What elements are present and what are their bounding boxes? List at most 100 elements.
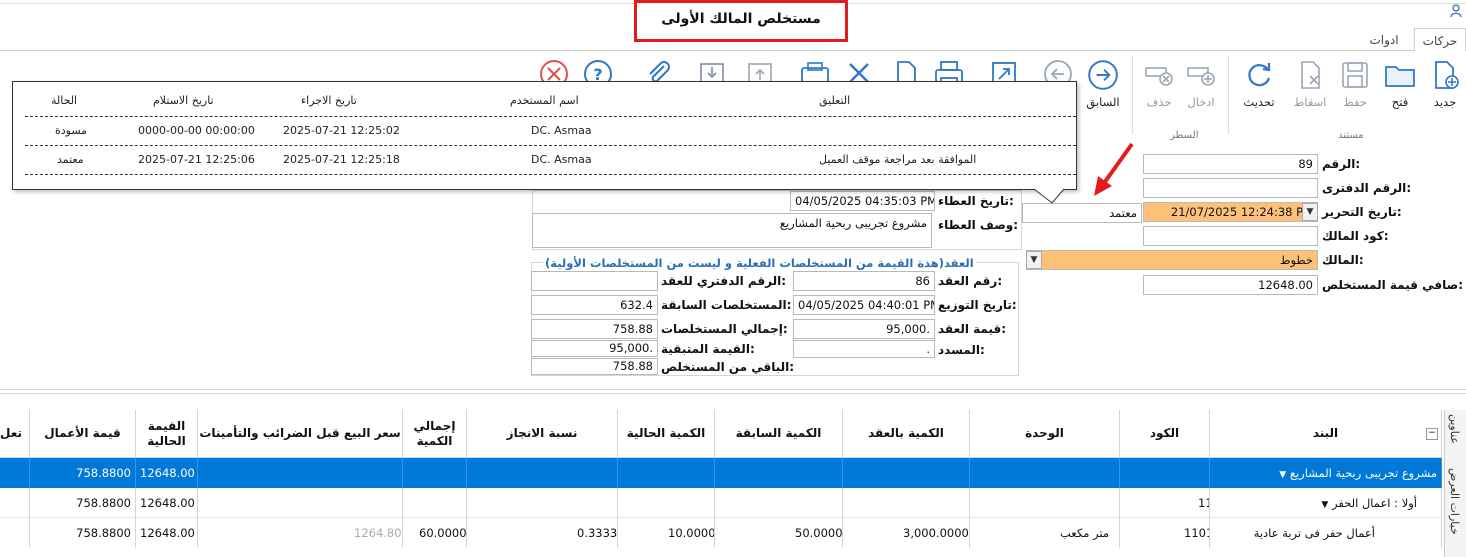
edit-date-field[interactable]: 21/07/2025 12:24:38 PM [1143, 202, 1318, 222]
tender-date-field[interactable]: 04/05/2025 04:35:03 PM [790, 191, 935, 211]
tender-desc-field[interactable]: مشروع تجريبى ربحية المشاريع [532, 213, 932, 248]
contract-no-label: رقم العقد: [938, 274, 1003, 288]
date-picker-icon[interactable]: ▼ [1302, 203, 1318, 221]
col-notes-header[interactable]: تعل [0, 410, 30, 458]
discard-button[interactable]: اسقاط [1289, 58, 1331, 109]
save-button[interactable]: حفظ [1334, 58, 1376, 109]
distribution-date-field[interactable]: 04/05/2025 04:40:01 PM [793, 295, 935, 315]
cell-code: 11 [1120, 488, 1210, 518]
tender-date-label: تاريخ العطاء: [938, 194, 1014, 208]
contract-title: العقد(هذة القيمة من المستخلصات الفعلية و… [543, 256, 976, 270]
contract-ledger-field[interactable] [531, 271, 658, 291]
popup-row2-receive-date: 2025-07-21 12:25:06 [138, 153, 255, 166]
col-contract-qty-header[interactable]: الكمية بالعقد [843, 410, 970, 458]
discard-label: اسقاط [1293, 95, 1327, 109]
new-button[interactable]: جديد [1424, 58, 1466, 109]
col-current-qty-header[interactable]: الكمية الحالية [618, 410, 715, 458]
tab-moves[interactable]: حركات [1414, 28, 1466, 51]
ledger-number-field[interactable] [1143, 178, 1318, 198]
cell-contract-qty [843, 488, 970, 518]
splitter-line [0, 393, 1466, 394]
cell-item-text: مشروع تجريبى ربحية المشاريع [1289, 466, 1437, 480]
col-code-header[interactable]: الكود [1120, 410, 1210, 458]
remaining-value-label: القيمة المتبقية: [661, 342, 755, 356]
tabstrip-border [0, 50, 1466, 51]
popup-divider [25, 174, 1076, 175]
paid-field[interactable]: . [793, 340, 935, 358]
ledger-number-label: الرقم الدفترى: [1322, 181, 1412, 195]
prev-extracts-field[interactable]: 632.4 [531, 295, 658, 315]
total-extracts-field[interactable]: 758.88 [531, 319, 658, 339]
col-unit-header[interactable]: الوحدة [970, 410, 1120, 458]
contract-value-field[interactable]: 95,000. [793, 319, 935, 339]
row-group-label: السطر [1170, 130, 1199, 141]
cell-progress [467, 488, 618, 518]
remaining-value-field[interactable]: 95,000. [531, 340, 658, 357]
remaining-extract-field[interactable]: 758.88 [531, 358, 658, 375]
total-extracts-label: إجمالي المستخلصات: [661, 322, 788, 336]
table-row[interactable]: أعمال حفر فى تربة عادية 1101 متر مكعب 3,… [0, 518, 1442, 548]
save-icon [1342, 62, 1368, 88]
col-contract-qty-text: الكمية بالعقد [868, 426, 944, 440]
col-works-value-header[interactable]: قيمة الأعمال [30, 410, 136, 458]
popup-divider [25, 145, 1076, 146]
col-item-text: البند [1312, 426, 1339, 440]
delete-row-button[interactable]: حذف [1138, 58, 1180, 109]
document-group-label: مستند [1338, 130, 1364, 141]
previous-button[interactable]: السابق [1082, 58, 1124, 109]
insert-row-button[interactable]: ادخال [1180, 58, 1222, 109]
col-unit-text: الوحدة [1025, 426, 1064, 440]
popup-header-status: الحالة [51, 94, 78, 107]
col-progress-header[interactable]: نسبة الانجاز [467, 410, 618, 458]
number-field[interactable]: 89 [1143, 154, 1318, 174]
remaining-extract-label: الباقي من المستخلص: [661, 360, 795, 374]
col-prev-qty-header[interactable]: الكمية السابقة [715, 410, 843, 458]
col-item-header[interactable]: البند [1210, 410, 1442, 458]
table-row[interactable]: ▼ أولا : اعمال الحفر 11 12648.00 758.880… [0, 488, 1442, 518]
cell-prev-qty [715, 458, 843, 488]
cell-prev-qty [715, 488, 843, 518]
owner-code-field[interactable] [1143, 226, 1318, 246]
cell-code [1120, 458, 1210, 488]
contract-no-field[interactable]: 86 [793, 271, 935, 291]
col-prev-qty-text: الكمية السابقة [735, 426, 822, 440]
owner-dropdown-icon[interactable]: ▼ [1026, 251, 1042, 269]
cell-item: ▼ مشروع تجريبى ربحية المشاريع [1210, 458, 1442, 488]
status-field[interactable]: معتمد [1022, 203, 1142, 223]
side-tab-titles[interactable]: عناوين [1448, 414, 1461, 444]
col-price-header[interactable]: سعر البيع قبل الضرائب والتأمينات [198, 410, 403, 458]
edit-date-label: تاريخ التحرير: [1322, 205, 1402, 219]
cell-current-value: 12648.00 [136, 518, 198, 548]
table-row[interactable]: ▼ مشروع تجريبى ربحية المشاريع 12648.00 7… [0, 458, 1442, 488]
popup-row2-comment: الموافقة بعد مراجعة موقف العميل [819, 153, 977, 166]
open-button[interactable]: فتح [1379, 58, 1421, 109]
col-total-qty-header[interactable]: إجمالي الكمية [403, 410, 467, 458]
delete-row-label: حذف [1146, 95, 1172, 109]
tab-tools[interactable]: ادوات [1358, 28, 1410, 52]
contract-value-label: قيمة العقد: [938, 322, 1007, 336]
distribution-date-label: تاريخ التوزيع: [938, 298, 1017, 312]
collapse-icon[interactable]: − [1426, 428, 1438, 440]
popup-row2-action-date: 2025-07-21 12:25:18 [283, 153, 400, 166]
splitter[interactable] [0, 389, 1466, 390]
net-value-field[interactable]: 12648.00 [1143, 275, 1318, 295]
cell-works-value: 758.8800 [30, 518, 136, 548]
side-tab-display-options[interactable]: خيارات العرض [1448, 468, 1461, 535]
cell-unit [970, 458, 1120, 488]
cell-current-value: 12648.00 [136, 488, 198, 518]
col-current-value-header[interactable]: القيمة الحالية [136, 410, 198, 458]
cell-total-qty: 60.0000 [403, 518, 467, 548]
cell-code: 1101 [1120, 518, 1210, 548]
ribbon-separator [1132, 56, 1133, 134]
owner-select[interactable]: خطوط [1026, 250, 1318, 270]
cell-price [198, 488, 403, 518]
cell-price: 1264.80 [198, 518, 403, 548]
number-label: الرقم: [1322, 157, 1361, 171]
user-icon[interactable] [1450, 4, 1464, 20]
previous-label: السابق [1086, 95, 1120, 109]
refresh-button[interactable]: تحديث [1238, 58, 1280, 109]
delete-row-icon [1145, 67, 1173, 86]
popup-header-receive-date: تاريخ الاستلام [153, 94, 214, 107]
new-document-icon [1435, 61, 1459, 89]
cell-contract-qty [843, 458, 970, 488]
